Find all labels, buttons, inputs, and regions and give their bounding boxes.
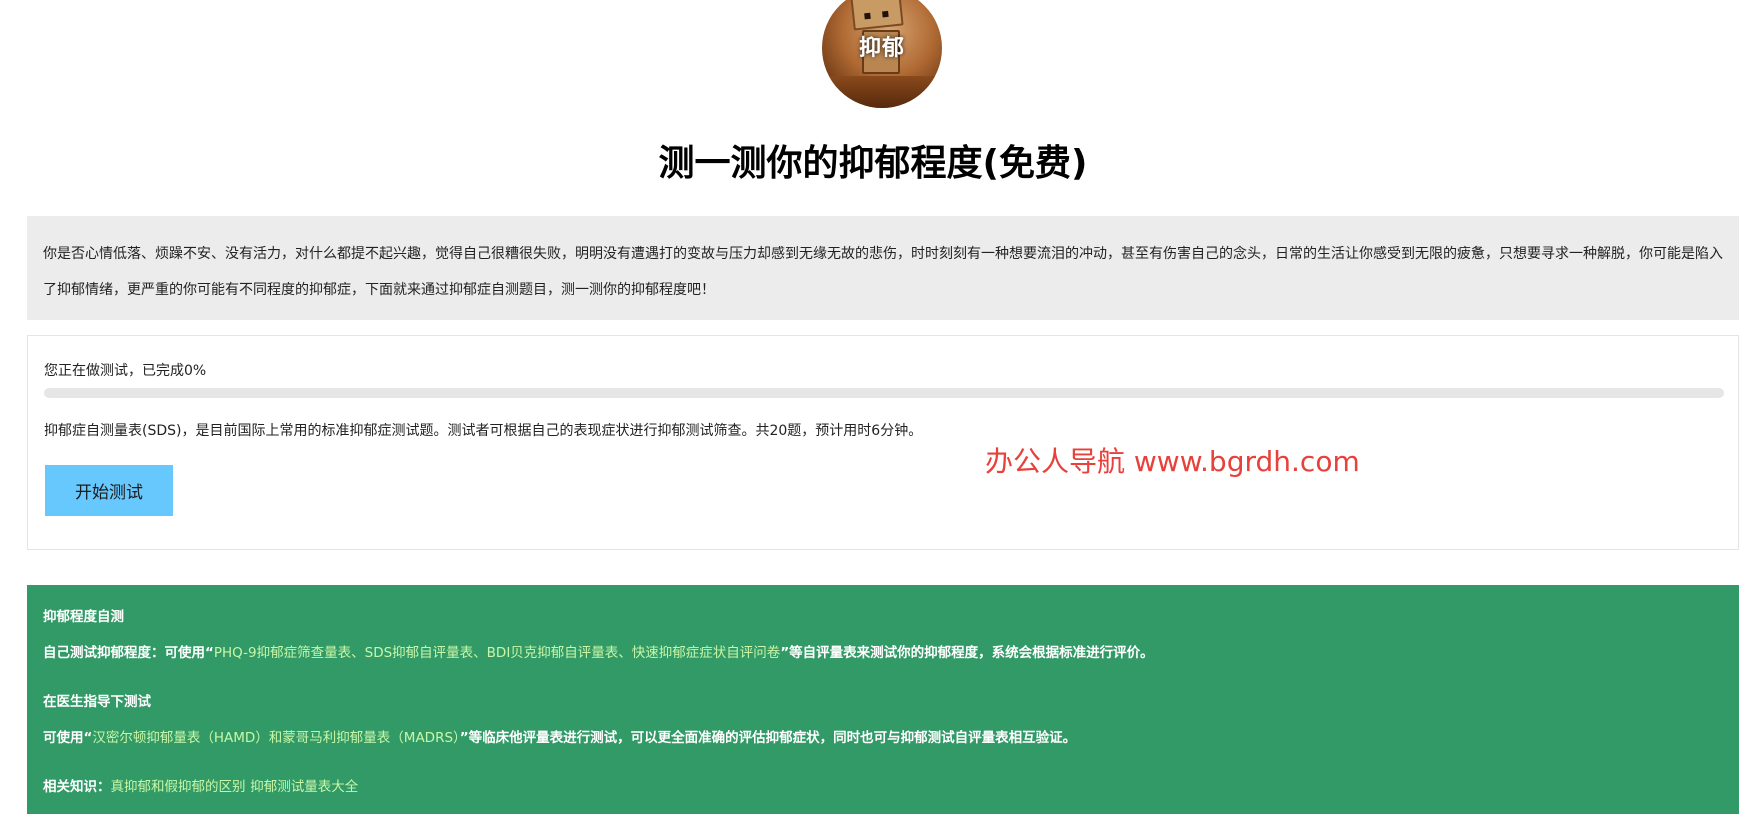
related-knowledge: 相关知识：真抑郁和假抑郁的区别 抑郁测试量表大全 (43, 777, 1723, 797)
info-box: 抑郁程度自测 自己测试抑郁程度：可使用“PHQ-9抑郁症筛查量表、SDS抑郁自评… (27, 585, 1739, 814)
robot-eye-right (882, 10, 889, 18)
test-card: 您正在做测试，已完成0% 抑郁症自测量表(SDS)，是目前国际上常用的标准抑郁症… (27, 335, 1739, 550)
intro-text: 你是否心情低落、烦躁不安、没有活力，对什么都提不起兴趣，觉得自己很糟很失败，明明… (43, 246, 1723, 298)
avatar-floor (822, 76, 942, 108)
section2-highlight: 汉密尔顿抑郁量表（HAMD）和蒙哥马利抑郁量表（MADRS） (92, 730, 460, 746)
watermark: 办公人导航 www.bgrdh.com (985, 445, 1360, 478)
related-label: 相关知识： (43, 779, 111, 795)
section-body-doctor-test: 可使用“汉密尔顿抑郁量表（HAMD）和蒙哥马利抑郁量表（MADRS）”等临床他评… (43, 728, 1723, 748)
related-link-true-false-depression[interactable]: 真抑郁和假抑郁的区别 (111, 779, 246, 795)
section1-prefix: 自己测试抑郁程度：可使用“ (43, 645, 214, 661)
test-description: 抑郁症自测量表(SDS)，是目前国际上常用的标准抑郁症测试题。测试者可根据自己的… (44, 423, 923, 439)
progress-text: 您正在做测试，已完成0% (44, 363, 207, 379)
section1-highlight: PHQ-9抑郁症筛查量表、SDS抑郁自评量表、BDI贝克抑郁自评量表、快速抑郁症… (213, 645, 781, 661)
intro-box: 你是否心情低落、烦躁不安、没有活力，对什么都提不起兴趣，觉得自己很糟很失败，明明… (27, 216, 1739, 320)
section2-prefix: 可使用“ (43, 730, 93, 746)
section-title-self-test: 抑郁程度自测 (43, 609, 124, 625)
robot-eye-left (864, 12, 871, 20)
page: 抑郁 测一测你的抑郁程度(免费) 你是否心情低落、烦躁不安、没有活力，对什么都提… (0, 0, 1746, 814)
section-title-doctor-test: 在医生指导下测试 (43, 694, 151, 710)
page-title: 测一测你的抑郁程度(免费) (658, 143, 1088, 184)
start-test-button[interactable]: 开始测试 (45, 465, 173, 516)
box-robot-head (850, 0, 904, 31)
section1-suffix: ”等自评量表来测试你的抑郁程度，系统会根据标准进行评价。 (780, 645, 1154, 661)
progress-bar (44, 388, 1724, 398)
section-body-self-test: 自己测试抑郁程度：可使用“PHQ-9抑郁症筛查量表、SDS抑郁自评量表、BDI贝… (43, 643, 1723, 663)
section2-suffix: ”等临床他评量表进行测试，可以更全面准确的评估抑郁症状，同时也可与抑郁测试自评量… (459, 730, 1077, 746)
avatar: 抑郁 (822, 0, 942, 108)
related-link-scale-collection[interactable]: 抑郁测试量表大全 (250, 779, 358, 795)
avatar-label: 抑郁 (858, 36, 905, 61)
